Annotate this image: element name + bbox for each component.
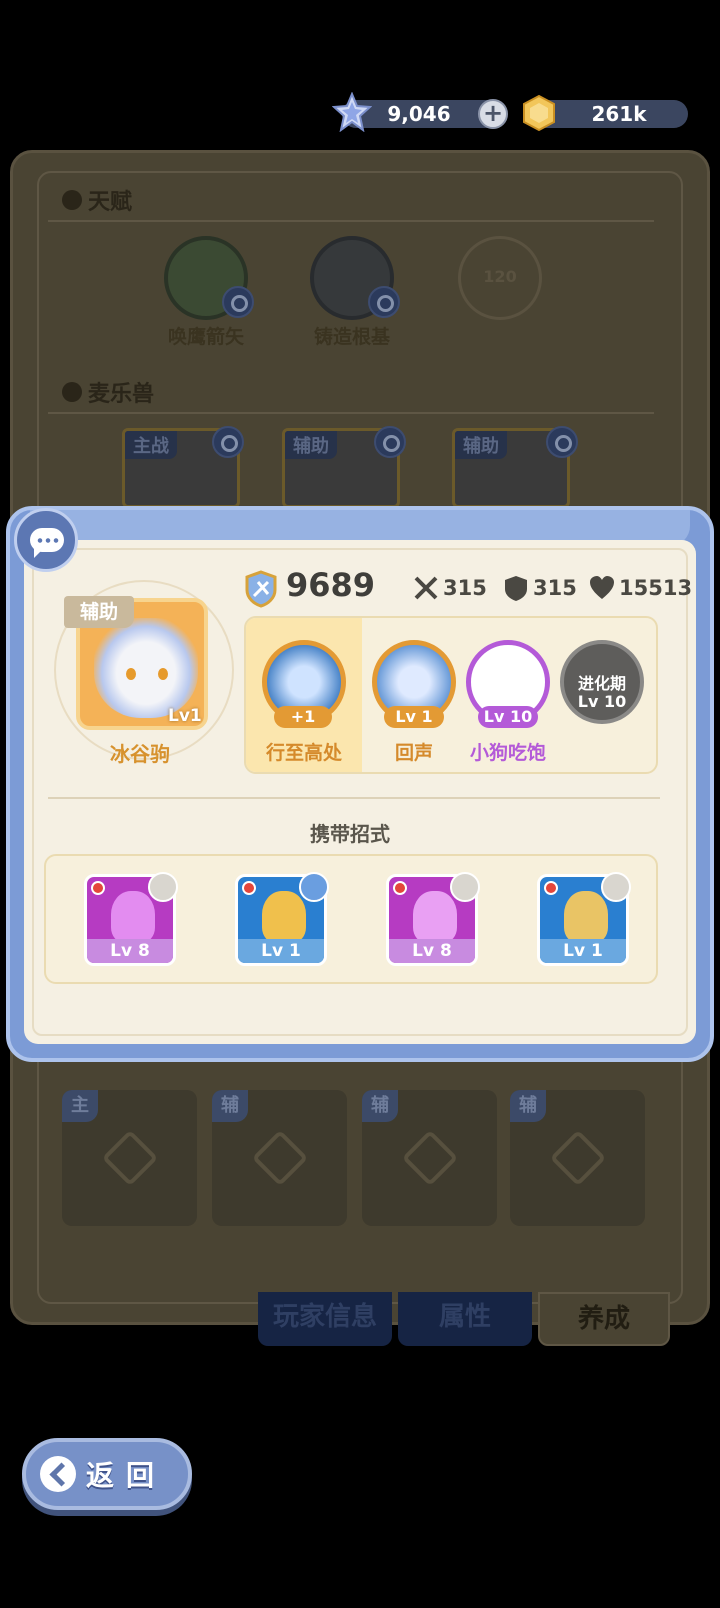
tab-attributes[interactable]: 属性 bbox=[398, 1292, 532, 1346]
attack-stat: 315 bbox=[412, 574, 487, 602]
role-tag: 辅助 bbox=[64, 596, 134, 628]
talent-label: 唤鹰箭矢 bbox=[167, 326, 244, 348]
beast-name: 冰谷驹 bbox=[110, 742, 170, 766]
link-icon bbox=[450, 872, 480, 902]
heart-icon bbox=[590, 576, 614, 599]
talent-icon bbox=[62, 190, 82, 210]
moves-title: 携带招式 bbox=[310, 822, 390, 846]
beast-icon bbox=[62, 382, 82, 402]
gem-icon bbox=[332, 92, 372, 132]
talent-section-title: 天赋 bbox=[62, 184, 132, 216]
divider bbox=[48, 797, 660, 799]
link-icon bbox=[601, 872, 631, 902]
beast-section-title: 麦乐兽 bbox=[62, 376, 154, 408]
beast-2-magnifier-icon[interactable] bbox=[374, 426, 406, 458]
back-arrow-icon bbox=[40, 1456, 76, 1492]
gem-currency: 9,046 + bbox=[332, 92, 508, 132]
beast-1-magnifier-icon[interactable] bbox=[212, 426, 244, 458]
crossed-swords-icon bbox=[414, 576, 438, 600]
power-value: 9689 bbox=[286, 566, 376, 604]
talent-label: 铸造根基 bbox=[313, 326, 390, 348]
skill-badge: Lv 1 bbox=[384, 706, 444, 728]
shield-icon bbox=[505, 576, 527, 601]
team-slot-support[interactable]: 辅 bbox=[362, 1090, 497, 1226]
coin-icon bbox=[523, 94, 555, 132]
shield-icon bbox=[299, 872, 329, 902]
evolution-lock-icon[interactable]: 进化期 Lv 10 bbox=[560, 640, 644, 724]
talent-1-magnifier-icon[interactable] bbox=[222, 286, 254, 318]
back-button[interactable]: 返回 bbox=[22, 1438, 192, 1510]
team-slot-support[interactable]: 辅 bbox=[212, 1090, 347, 1226]
team-slot-main[interactable]: 主 bbox=[62, 1090, 197, 1226]
skill-label: 小狗吃饱 bbox=[469, 742, 546, 764]
talent-2-magnifier-icon[interactable] bbox=[368, 286, 400, 318]
beast-3-magnifier-icon[interactable] bbox=[546, 426, 578, 458]
team-slot-support[interactable]: 辅 bbox=[510, 1090, 645, 1226]
back-button-label: 返回 bbox=[86, 1459, 167, 1492]
defense-stat: 315 bbox=[502, 574, 577, 602]
chat-button[interactable] bbox=[14, 508, 78, 572]
beast-level: Lv1 bbox=[168, 706, 202, 726]
ice-horse-avatar bbox=[94, 618, 198, 718]
talent-locked[interactable]: 120 bbox=[458, 236, 542, 320]
hp-stat: 15513 bbox=[588, 574, 692, 602]
cross-swords-icon bbox=[148, 872, 178, 902]
add-gem-button[interactable]: + bbox=[478, 99, 508, 129]
tab-cultivate[interactable]: 养成 bbox=[538, 1292, 670, 1346]
power-shield-icon bbox=[245, 570, 277, 608]
tab-player-info[interactable]: 玩家信息 bbox=[258, 1292, 392, 1346]
skill-label: 行至高处 bbox=[265, 742, 342, 764]
skill-badge: +1 bbox=[274, 706, 332, 728]
skill-badge: Lv 10 bbox=[478, 706, 538, 728]
coin-currency: 261k bbox=[523, 94, 688, 132]
